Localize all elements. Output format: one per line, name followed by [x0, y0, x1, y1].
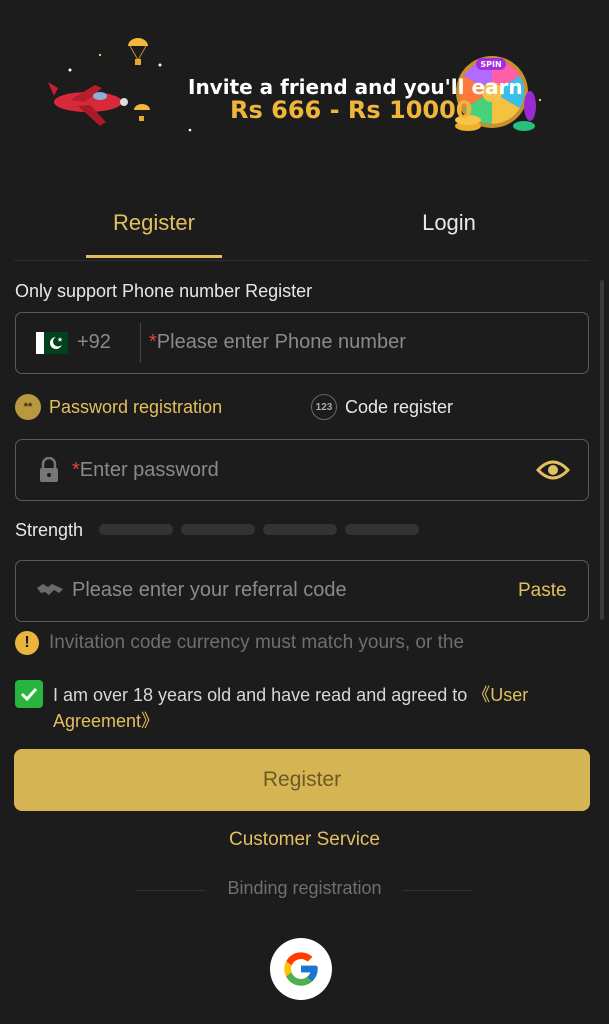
strength-label: Strength	[15, 520, 84, 540]
password-dots-icon: **	[15, 394, 41, 420]
customer-service-link[interactable]: Customer Service	[0, 829, 609, 851]
referral-field[interactable]: Please enter your referral code Paste	[15, 560, 589, 622]
phone-placeholder: Please enter Phone number	[156, 331, 406, 353]
code-register-label: Code register	[345, 396, 454, 417]
divider-line	[403, 890, 473, 891]
required-mark: *	[149, 331, 157, 353]
auth-tabs: Register Login	[14, 195, 590, 261]
password-registration-option[interactable]: ** Password registration	[15, 392, 222, 422]
wheel-label: SPIN	[480, 60, 501, 69]
code-register-option[interactable]: 123 Code register	[311, 392, 453, 422]
register-button[interactable]: Register	[14, 749, 590, 811]
google-icon	[284, 952, 318, 986]
field-divider	[140, 323, 141, 363]
active-tab-indicator	[86, 255, 222, 258]
handshake-icon	[37, 584, 63, 595]
warning-text: Invitation code currency must match your…	[49, 632, 465, 653]
plane-icon	[48, 82, 128, 126]
referral-input[interactable]: Please enter your referral code	[72, 579, 347, 602]
lock-icon	[40, 457, 58, 482]
required-mark: *	[72, 459, 80, 481]
strength-segment	[345, 524, 419, 535]
password-placeholder: Enter password	[79, 459, 219, 481]
tab-login[interactable]: Login	[374, 195, 524, 259]
scrollbar[interactable]	[600, 280, 604, 620]
strength-segment	[99, 524, 173, 535]
phone-input[interactable]: *Please enter Phone number	[149, 331, 406, 354]
agreement-text: I am over 18 years old and have read and…	[53, 682, 593, 734]
warning-icon: !	[15, 631, 39, 655]
strength-segment	[263, 524, 337, 535]
country-code[interactable]: +92	[77, 331, 111, 354]
binding-registration-label: Binding registration	[227, 878, 382, 898]
invitation-warning: ! Invitation code currency must match yo…	[15, 631, 464, 655]
paste-button[interactable]: Paste	[518, 580, 567, 602]
parachute-icon	[128, 38, 150, 121]
checkmark-icon	[20, 687, 38, 701]
agreement-checkbox[interactable]	[15, 680, 43, 708]
numeric-code-icon: 123	[311, 394, 337, 420]
pakistan-flag-icon	[36, 332, 68, 354]
tab-register[interactable]: Register	[79, 195, 229, 259]
password-field[interactable]: *Enter password	[15, 439, 589, 501]
strength-segment	[181, 524, 255, 535]
password-input[interactable]: *Enter password	[72, 459, 219, 482]
password-registration-label: Password registration	[49, 396, 223, 417]
promo-banner[interactable]: SPIN Invite a friend and you'll earn Rs …	[40, 30, 570, 150]
phone-field[interactable]: +92 *Please enter Phone number	[15, 312, 589, 374]
agreement-statement: I am over 18 years old and have read and…	[53, 685, 473, 705]
eye-icon[interactable]	[536, 458, 570, 482]
google-login-button[interactable]	[270, 938, 332, 1000]
phone-label: Only support Phone number Register	[15, 281, 313, 301]
banner-amount: Rs 666 - Rs 10000	[230, 96, 473, 124]
